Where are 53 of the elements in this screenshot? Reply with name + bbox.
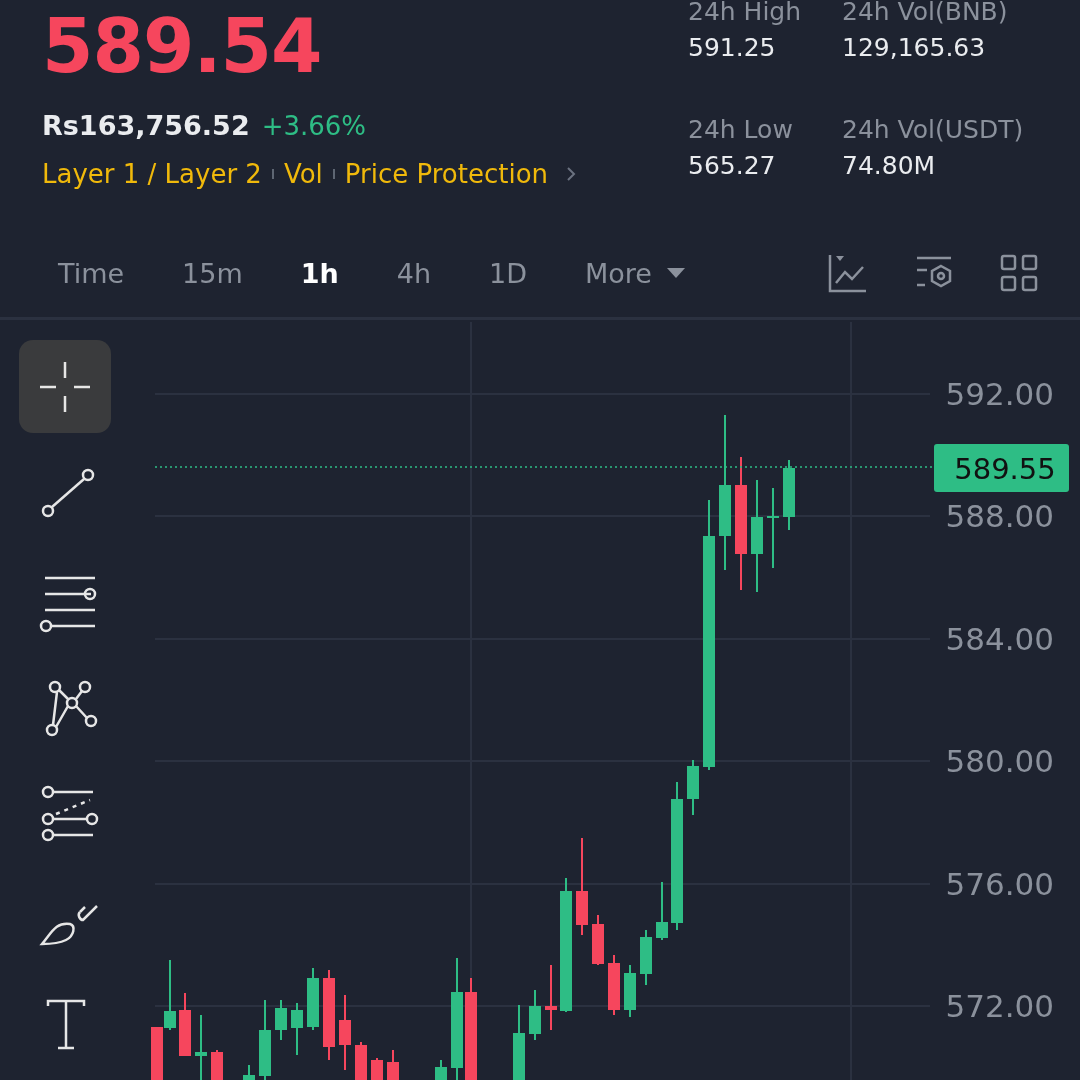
candle	[195, 1014, 207, 1080]
candle	[387, 1049, 399, 1080]
candle	[179, 992, 191, 1057]
tag-link[interactable]: Price Protection	[344, 159, 549, 189]
candle	[275, 999, 287, 1041]
stat-label: 24h Vol(BNB)	[842, 0, 1009, 28]
tag-link[interactable]: Vol	[283, 159, 323, 189]
stat-value: 129,165.63	[842, 32, 987, 64]
candle	[687, 759, 699, 816]
stat-label: 24h Low	[688, 113, 794, 146]
candle	[640, 929, 652, 986]
stat-value: 74.80M	[842, 149, 937, 182]
price-axis-label: 592.00	[945, 376, 1054, 412]
candle	[656, 881, 668, 941]
stat-label: 24h High	[688, 0, 803, 28]
interval-tab[interactable]: Time	[38, 257, 145, 289]
candle	[243, 1064, 255, 1080]
price-axis-label: 580.00	[945, 743, 1054, 779]
fiat-price: Rs163,756.52	[42, 110, 250, 141]
candle	[545, 964, 557, 1031]
price-axis-label: 588.00	[945, 498, 1054, 534]
stat-value: 565.27	[688, 149, 777, 182]
chevron-right-icon[interactable]	[566, 166, 577, 182]
candle	[592, 914, 604, 966]
candle	[371, 1057, 383, 1080]
interval-tab[interactable]: 1h	[280, 257, 359, 289]
price-axis-label: 576.00	[945, 866, 1054, 902]
candle	[529, 989, 541, 1041]
last-price: 589.54	[42, 6, 323, 86]
candle	[435, 1059, 447, 1080]
price-change: +3.66%	[261, 111, 367, 141]
caret-down-icon	[665, 267, 686, 280]
stat-label: 24h Vol(USDT)	[842, 113, 1025, 146]
candle	[164, 959, 176, 1031]
stat-value: 591.25	[688, 32, 777, 64]
candle	[608, 954, 620, 1016]
tag-link[interactable]: Layer 1 / Layer 2	[42, 159, 262, 189]
interval-tab[interactable]: 1D	[469, 257, 548, 289]
candle	[151, 1026, 163, 1080]
interval-tab[interactable]: 15m	[162, 257, 263, 289]
candle	[291, 1002, 303, 1056]
interval-tab[interactable]: 4h	[376, 257, 452, 289]
candle	[624, 964, 636, 1018]
line-chart-icon[interactable]	[828, 253, 868, 294]
last-price-tag: 589.55	[934, 444, 1069, 492]
candle	[783, 459, 795, 531]
candle	[211, 1049, 223, 1080]
candle	[355, 1041, 367, 1080]
price-axis-label: 584.00	[945, 621, 1054, 657]
grid-layout-icon[interactable]	[1000, 254, 1038, 293]
candle	[307, 967, 319, 1031]
price-axis-label: 572.00	[945, 988, 1054, 1024]
interval-tab[interactable]: More	[565, 257, 706, 289]
